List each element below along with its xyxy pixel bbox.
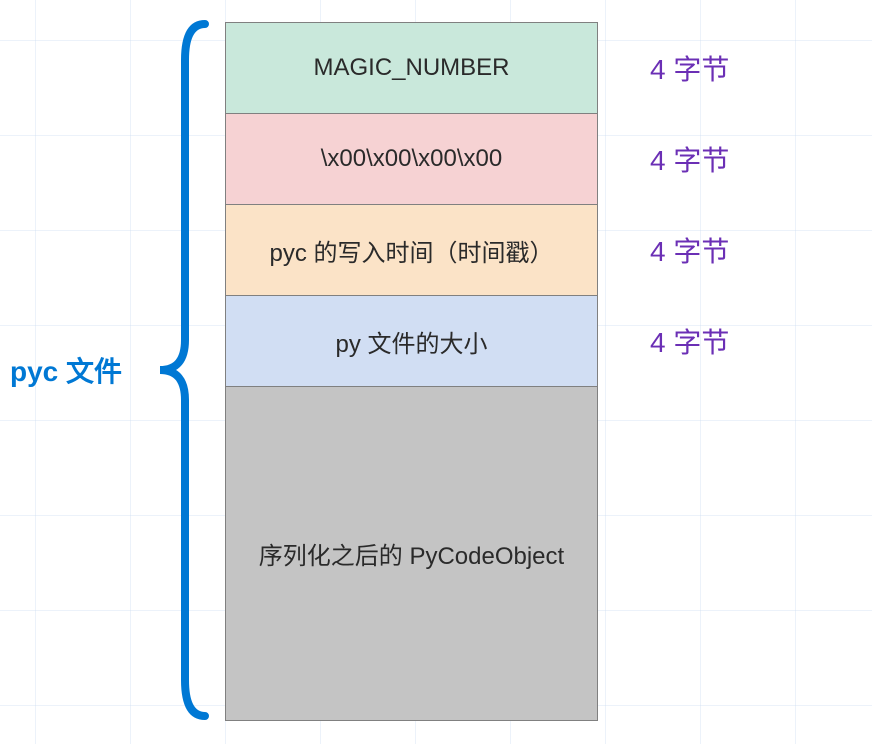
block-label: 序列化之后的 PyCodeObject xyxy=(259,536,564,571)
curly-brace-icon xyxy=(155,20,210,720)
size-label: 4 字节 xyxy=(640,295,840,386)
block-label: py 文件的大小 xyxy=(335,324,487,359)
size-label: 4 字节 xyxy=(640,22,840,113)
block-label: \x00\x00\x00\x00 xyxy=(321,145,502,173)
block-label: pyc 的写入时间（时间戳） xyxy=(269,233,553,268)
size-labels-column: 4 字节 4 字节 4 字节 4 字节 xyxy=(640,22,840,386)
block-magic-number: MAGIC_NUMBER xyxy=(225,22,598,114)
size-label: 4 字节 xyxy=(640,113,840,204)
file-title-label: pyc 文件 xyxy=(10,350,122,390)
block-label: MAGIC_NUMBER xyxy=(313,54,509,82)
diagram-container: pyc 文件 MAGIC_NUMBER \x00\x00\x00\x00 pyc… xyxy=(0,0,872,744)
block-file-size: py 文件的大小 xyxy=(225,295,598,387)
block-pycodeobject: 序列化之后的 PyCodeObject xyxy=(225,386,598,721)
block-timestamp: pyc 的写入时间（时间戳） xyxy=(225,204,598,296)
file-structure-blocks: MAGIC_NUMBER \x00\x00\x00\x00 pyc 的写入时间（… xyxy=(225,22,598,721)
block-zero-bytes: \x00\x00\x00\x00 xyxy=(225,113,598,205)
size-label: 4 字节 xyxy=(640,204,840,295)
